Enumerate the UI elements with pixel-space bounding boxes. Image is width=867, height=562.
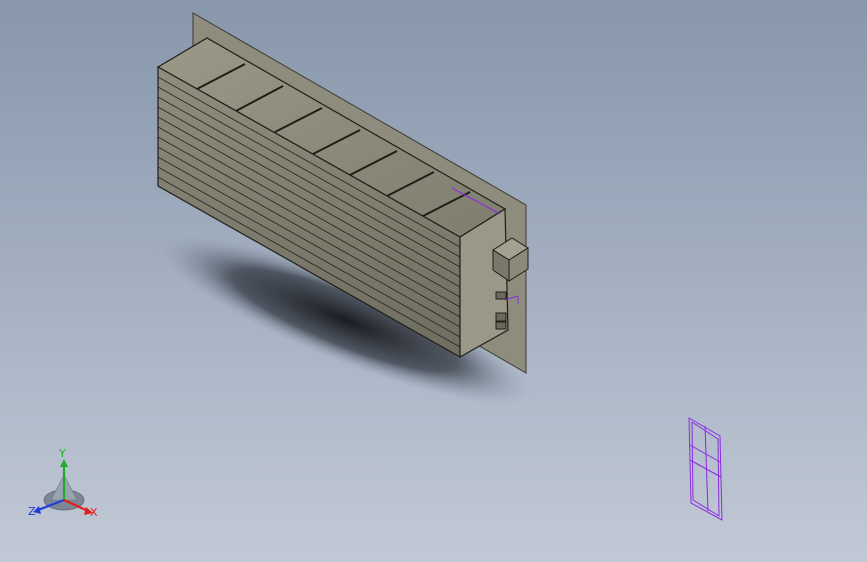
x-axis-label: X [90,506,98,519]
wireframe-sketch[interactable] [688,417,723,521]
y-axis-label: Y [58,447,66,460]
model-scene[interactable] [0,0,867,562]
z-axis-label: Z [28,505,36,518]
coordinate-triad-icon: Y X Z [28,447,98,519]
coordinate-triad[interactable]: Y X Z [22,445,112,525]
graphics-viewport[interactable]: Y X Z [0,0,867,562]
